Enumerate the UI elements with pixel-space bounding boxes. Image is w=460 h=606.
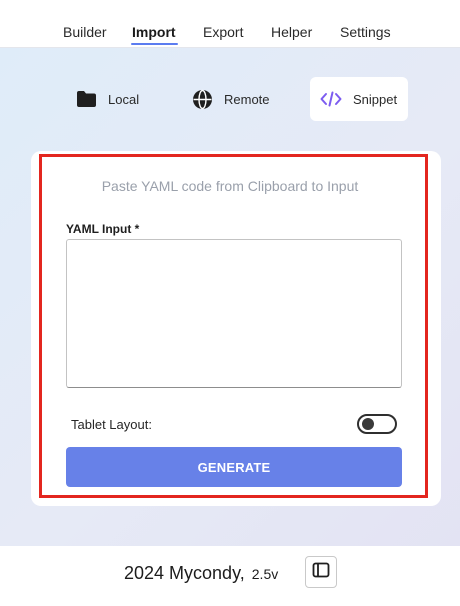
source-snippet-label: Snippet (353, 91, 398, 107)
footer-copyright: 2024 Mycondy, 2.5v (124, 563, 278, 584)
folder-icon (76, 90, 97, 108)
tab-import[interactable]: Import (132, 24, 176, 40)
yaml-input-label: YAML Input * (66, 222, 140, 236)
tablet-layout-toggle[interactable] (357, 414, 397, 434)
source-remote-label: Remote (224, 91, 270, 107)
footer-version: 2.5v (251, 566, 279, 582)
tablet-layout-label: Tablet Layout: (71, 417, 152, 432)
toggle-knob (362, 418, 374, 430)
yaml-input[interactable] (66, 239, 402, 388)
footer-text: 2024 Mycondy, (124, 563, 245, 583)
tab-export[interactable]: Export (203, 24, 243, 40)
paste-hint: Paste YAML code from Clipboard to Input (101, 178, 359, 194)
source-local-label: Local (108, 91, 140, 107)
active-tab-indicator (131, 43, 178, 45)
source-local-button[interactable]: Local (66, 77, 149, 121)
top-navigation: Builder Import Export Helper Settings (0, 0, 460, 48)
source-remote-button[interactable]: Remote (182, 77, 280, 121)
tab-helper[interactable]: Helper (271, 24, 312, 40)
tab-builder[interactable]: Builder (63, 24, 107, 40)
footer: 2024 Mycondy, 2.5v (0, 546, 460, 606)
generate-button[interactable]: GENERATE (66, 447, 402, 487)
source-snippet-button[interactable]: Snippet (310, 77, 408, 121)
code-icon (320, 91, 342, 107)
layout-toggle-button[interactable] (305, 556, 337, 588)
tab-settings[interactable]: Settings (340, 24, 391, 40)
sidebar-layout-icon (312, 562, 330, 583)
globe-icon (192, 89, 213, 110)
